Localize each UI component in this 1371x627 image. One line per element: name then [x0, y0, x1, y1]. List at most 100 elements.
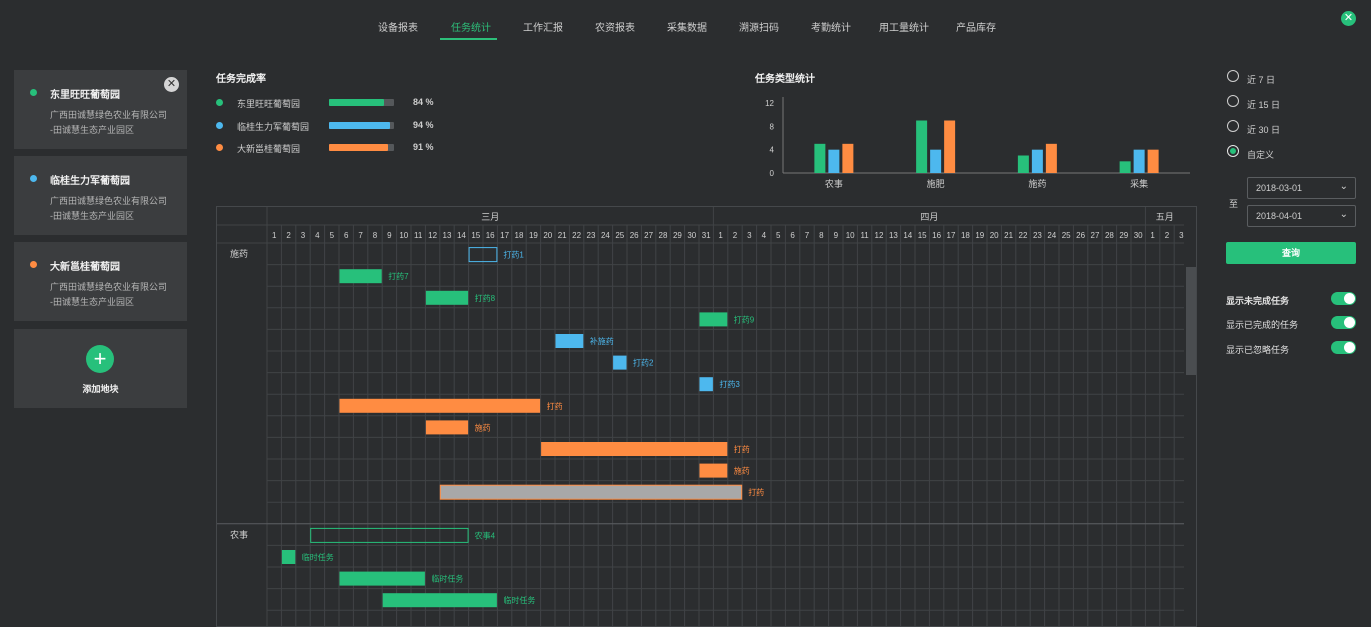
y-tick-label: 8 [770, 122, 775, 131]
completion-farm-name: 大新邕桂葡萄园 [237, 144, 301, 154]
close-icon[interactable]: ✕ [1341, 11, 1356, 26]
task-bar [541, 442, 728, 456]
day-label: 28 [659, 231, 668, 240]
day-label: 14 [457, 231, 466, 240]
day-label: 14 [903, 231, 912, 240]
group-label: 农事 [230, 529, 248, 540]
task-bar [555, 334, 584, 348]
day-label: 1 [1150, 231, 1155, 240]
task-bar [613, 355, 627, 370]
top-nav: 设备报表 任务统计 工作汇报 农资报表 采集数据 溯源扫码 考勤统计 用工量统计… [0, 0, 1371, 44]
farm-park: -田诚慧生态产业园区 [50, 211, 134, 221]
day-label: 29 [1119, 231, 1128, 240]
day-label: 19 [529, 231, 538, 240]
task-bar [425, 290, 469, 305]
task-bar [382, 593, 497, 608]
completion-title: 任务完成率 [216, 74, 266, 85]
completion-bar [329, 144, 394, 151]
farm-name: 东里旺旺葡萄园 [50, 90, 120, 101]
task-label: 施药 [475, 422, 491, 432]
gantt-svg: 三月1 2 3 4 5 6 7 8 9 10 11 12 13 14 15 16 17 18 19 20 21 22 23 2… [217, 207, 1196, 626]
day-label: 12 [428, 231, 437, 240]
add-farm-button[interactable]: + 添加地块 [14, 329, 187, 408]
farm-color-dot [216, 144, 223, 151]
range-label: 近 15 日 [1247, 100, 1281, 110]
tab-task-stats[interactable]: 任务统计 [451, 19, 491, 34]
toggle-switch[interactable] [1331, 341, 1356, 354]
farm-company: 广西田诚慧绿色农业有限公司 [50, 110, 168, 120]
farm-color-dot [30, 261, 37, 268]
radio-icon[interactable] [1227, 95, 1239, 107]
tab-collected-data[interactable]: 采集数据 [667, 19, 707, 34]
farm-card-2[interactable]: 临桂生力军葡萄园 广西田诚慧绿色农业有限公司 -田诚慧生态产业园区 [14, 156, 187, 235]
task-label: 打药3 [719, 379, 740, 389]
range-label: 近 30 日 [1247, 125, 1281, 135]
task-label: 补施药 [590, 336, 614, 346]
tab-labor-stats[interactable]: 用工量统计 [879, 19, 929, 34]
day-label: 17 [947, 231, 956, 240]
day-label: 27 [644, 231, 653, 240]
day-label: 21 [1004, 231, 1013, 240]
tab-traceability-scan[interactable]: 溯源扫码 [739, 19, 779, 34]
day-label: 24 [601, 231, 610, 240]
day-label: 7 [358, 231, 363, 240]
day-label: 6 [790, 231, 795, 240]
tab-attendance-stats[interactable]: 考勤统计 [811, 19, 851, 34]
tab-agri-material-report[interactable]: 农资报表 [595, 19, 635, 34]
day-label: 26 [1076, 231, 1085, 240]
x-tick-label: 农事 [825, 178, 843, 189]
day-label: 3 [1179, 231, 1184, 240]
bar [1045, 143, 1057, 173]
y-tick-label: 4 [770, 146, 775, 155]
task-label: 打药7 [388, 271, 409, 281]
farm-card-3[interactable]: 大新邕桂葡萄园 广西田诚慧绿色农业有限公司 -田诚慧生态产业园区 [14, 242, 187, 321]
toggle-switch[interactable] [1331, 292, 1356, 305]
remove-farm-icon[interactable]: ✕ [164, 77, 179, 92]
query-button[interactable]: 查询 [1226, 242, 1356, 264]
day-label: 27 [1091, 231, 1100, 240]
bar [1119, 161, 1131, 173]
bar [1147, 149, 1159, 173]
day-label: 24 [1047, 231, 1056, 240]
farm-card-1[interactable]: 东里旺旺葡萄园 广西田诚慧绿色农业有限公司 -田诚慧生态产业园区 ✕ [14, 70, 187, 149]
month-label: 三月 [481, 212, 499, 222]
day-label: 17 [500, 231, 509, 240]
month-label: 四月 [920, 212, 938, 222]
completion-row: 大新邕桂葡萄园 91 % [216, 142, 456, 154]
toggle-switch[interactable] [1331, 316, 1356, 329]
task-bar [425, 420, 469, 435]
farm-color-dot [30, 175, 37, 182]
radio-icon[interactable] [1227, 70, 1239, 82]
task-label: 临时任务 [503, 595, 535, 605]
bar [930, 149, 942, 173]
plus-icon: + [86, 345, 114, 373]
task-bar [699, 312, 728, 327]
bar [814, 143, 826, 173]
end-date-select[interactable]: 2018-04-01 ⌄ [1247, 205, 1356, 227]
day-label: 6 [344, 231, 349, 240]
farm-name: 临桂生力军葡萄园 [50, 176, 130, 187]
x-tick-label: 采集 [1130, 178, 1148, 189]
radio-selected-icon[interactable] [1227, 145, 1239, 157]
task-bar [439, 484, 743, 500]
day-label: 3 [747, 231, 752, 240]
day-label: 8 [819, 231, 824, 240]
toggle-row-ignored: 显示已忽略任务 [1226, 341, 1356, 355]
day-label: 2 [733, 231, 738, 240]
tab-device-report[interactable]: 设备报表 [378, 19, 418, 34]
day-label: 22 [1019, 231, 1028, 240]
chevron-down-icon: ⌄ [1339, 181, 1348, 192]
tab-work-report[interactable]: 工作汇报 [523, 19, 563, 34]
completion-bar [329, 122, 394, 129]
completion-farm-name: 东里旺旺葡萄园 [237, 99, 301, 109]
farm-color-dot [30, 89, 37, 96]
day-label: 22 [572, 231, 581, 240]
y-tick-label: 0 [770, 169, 775, 178]
farm-color-dot [216, 122, 223, 129]
start-date-select[interactable]: 2018-03-01 ⌄ [1247, 177, 1356, 199]
day-label: 13 [443, 231, 452, 240]
active-tab-underline [440, 38, 497, 40]
tab-product-stock[interactable]: 产品库存 [956, 19, 996, 34]
radio-icon[interactable] [1227, 120, 1239, 132]
chart-title: 任务类型统计 [755, 74, 815, 85]
